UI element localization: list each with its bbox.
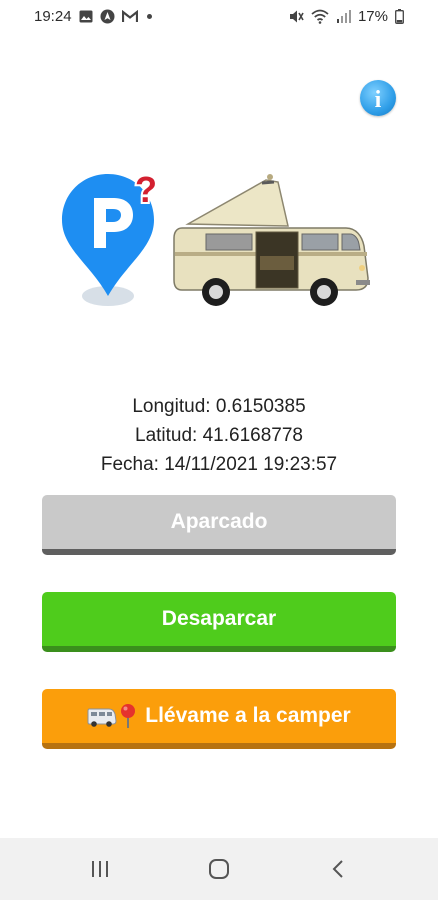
van-emoji-icon — [87, 708, 117, 727]
take-me-to-camper-button[interactable]: Llévame a la camper — [42, 689, 396, 749]
camper-van-icon — [173, 174, 370, 306]
signal-icon — [336, 9, 351, 23]
svg-text:i: i — [375, 87, 382, 113]
battery-icon — [395, 8, 404, 24]
mute-icon — [288, 9, 304, 24]
info-button[interactable]: i — [360, 80, 396, 116]
nav-icon — [100, 9, 115, 24]
info-icon: i — [375, 87, 382, 113]
home-button[interactable] — [199, 849, 239, 889]
recents-button[interactable] — [80, 849, 120, 889]
back-button[interactable] — [318, 849, 358, 889]
gmail-icon — [121, 9, 138, 23]
recents-icon — [91, 861, 108, 877]
unpark-button[interactable]: Desaparcar — [42, 592, 396, 652]
status-time: 19:24 — [34, 7, 72, 25]
home-icon — [208, 859, 229, 879]
status-bar: 19:24 17% — [0, 0, 438, 32]
pin-emoji-icon — [121, 704, 136, 728]
parked-button-label: Aparcado — [170, 510, 268, 533]
svg-text:?: ? — [135, 172, 157, 210]
dot-icon — [146, 13, 152, 19]
button-emoji-icons — [87, 703, 137, 729]
system-nav-bar — [0, 838, 438, 900]
image-icon — [79, 10, 93, 23]
question-mark-icon: ? ? — [133, 172, 159, 212]
date-text: Fecha: 14/11/2021 19:23:57 — [100, 454, 338, 475]
app-screen: 19:24 17% i ? ? Longitud: 0.6150385 Lati… — [0, 0, 438, 900]
battery-percent: 17% — [357, 7, 388, 25]
unpark-button-label: Desaparcar — [161, 607, 277, 630]
longitude-text: Longitud: 0.6150385 — [132, 396, 306, 417]
location-info: Longitud: 0.6150385 Latitud: 41.6168778 … — [0, 392, 438, 479]
latitude-text: Latitud: 41.6168778 — [135, 425, 303, 446]
status-right: 17% — [288, 8, 404, 25]
status-left: 19:24 — [34, 8, 152, 25]
parked-button[interactable]: Aparcado — [42, 495, 396, 555]
wifi-icon — [311, 9, 329, 24]
parking-illustration: ? ? — [62, 172, 370, 306]
back-icon — [332, 860, 344, 878]
take-me-button-label: Llévame a la camper — [145, 704, 351, 727]
